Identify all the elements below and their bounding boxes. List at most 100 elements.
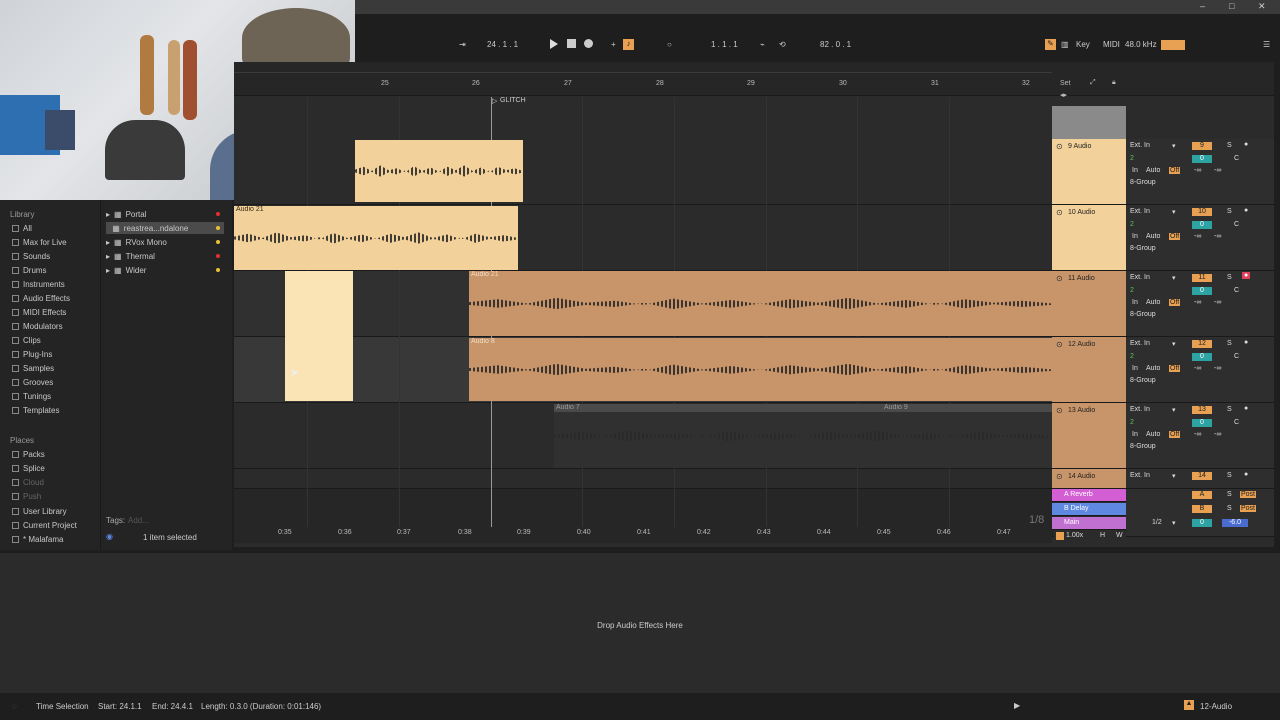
fold-icon[interactable]: ⊙ [1056, 208, 1063, 217]
browser-item-portal[interactable]: ▸ ▦ Portal [106, 208, 224, 220]
status-info-icon[interactable]: ◌ [12, 702, 17, 711]
send-value[interactable]: -∞ [1194, 167, 1201, 174]
maximize-button[interactable]: □ [1229, 1, 1234, 11]
library-item-plug-ins[interactable]: Plug-Ins [12, 350, 52, 359]
solo-button[interactable]: S [1227, 208, 1232, 215]
post-button[interactable]: Post [1240, 491, 1257, 498]
fold-icon[interactable]: ⊙ [1056, 472, 1063, 481]
library-item-clips[interactable]: Clips [12, 336, 41, 345]
solo-button[interactable]: S [1227, 406, 1232, 413]
library-item-midi-effects[interactable]: MIDI Effects [12, 308, 66, 317]
record-button[interactable] [584, 39, 593, 48]
main-track[interactable]: Main [1052, 517, 1126, 530]
close-button[interactable]: ✕ [1258, 1, 1266, 12]
library-item-templates[interactable]: Templates [12, 406, 59, 415]
grid-setting[interactable]: 1/8 [1029, 514, 1044, 526]
input-type-select[interactable]: Ext. In [1130, 406, 1150, 413]
monitor-auto-button[interactable]: Auto [1146, 167, 1160, 174]
fold-icon[interactable]: ⊙ [1056, 406, 1063, 415]
prev-locator-icon[interactable]: ◂▸ [1060, 91, 1067, 99]
dropdown-icon[interactable]: ▾ [1172, 274, 1176, 282]
monitor-auto-button[interactable]: Auto [1146, 299, 1160, 306]
library-item-instruments[interactable]: Instruments [12, 280, 65, 289]
fold-icon[interactable]: ⊙ [1056, 340, 1063, 349]
send-value[interactable]: -∞ [1214, 233, 1221, 240]
pan-value[interactable]: C [1234, 419, 1239, 426]
track-header-10[interactable]: ⊙ 10 Audio [1052, 205, 1126, 271]
fold-icon[interactable]: ⊙ [1056, 274, 1063, 283]
loop-length-display[interactable]: 82 . 0 . 1 [820, 40, 851, 49]
library-item-tunings[interactable]: Tunings [12, 392, 51, 401]
monitor-auto-button[interactable]: Auto [1146, 233, 1160, 240]
time-ruler[interactable]: 0:35 0:36 0:37 0:38 0:39 0:40 0:41 0:42 … [234, 527, 1052, 543]
library-item-drums[interactable]: Drums [12, 266, 47, 275]
output-select[interactable]: 8-Group [1130, 245, 1156, 252]
track-number-button[interactable]: 9 [1192, 142, 1212, 150]
loop-start-display[interactable]: 1 . 1 . 1 [711, 40, 738, 49]
return-a-letter[interactable]: A [1192, 491, 1212, 499]
play-icon[interactable]: ▶ [1014, 701, 1020, 710]
input-type-select[interactable]: Ext. In [1130, 472, 1150, 479]
output-select[interactable]: 8-Group [1130, 443, 1156, 450]
monitor-auto-button[interactable]: Auto [1146, 365, 1160, 372]
input-channel-select[interactable]: 2 [1130, 419, 1134, 426]
overdub-icon[interactable]: + [611, 40, 616, 49]
browser-item-reastream[interactable]: ▦ reastrea...ndalone [106, 222, 224, 234]
input-channel-select[interactable]: 2 [1130, 353, 1134, 360]
dropdown-icon[interactable]: ▾ [1172, 208, 1176, 216]
places-item-malafama[interactable]: * Malafama [12, 535, 63, 544]
set-locator-button[interactable]: Set [1060, 80, 1071, 87]
output-select[interactable]: 8-Group [1130, 311, 1156, 318]
library-item-samples[interactable]: Samples [12, 364, 54, 373]
w-button[interactable]: W [1116, 532, 1123, 539]
volume-value[interactable]: 0 [1192, 419, 1212, 427]
h-button[interactable]: H [1100, 532, 1105, 539]
places-item-packs[interactable]: Packs [12, 450, 45, 459]
dropdown-icon[interactable]: ▾ [1172, 519, 1176, 527]
volume-value[interactable]: 0 [1192, 287, 1212, 295]
main-level[interactable]: -6.0 [1222, 519, 1248, 527]
arm-button[interactable]: ● [1244, 471, 1248, 478]
track-number-button[interactable]: 11 [1192, 274, 1212, 282]
monitor-auto-button[interactable]: Auto [1146, 431, 1160, 438]
monitor-off-button[interactable]: Off [1169, 431, 1181, 438]
arm-button[interactable]: ● [1244, 141, 1248, 148]
cue-ratio[interactable]: 1/2 [1152, 519, 1162, 526]
track-header-12[interactable]: ⊙ 12 Audio [1052, 337, 1126, 403]
zoom-icon[interactable] [1056, 532, 1064, 540]
browser-item-thermal[interactable]: ▸ ▦ Thermal [106, 250, 224, 262]
library-item-sounds[interactable]: Sounds [12, 252, 50, 261]
arm-button[interactable]: ● [1244, 339, 1248, 346]
follow-icon[interactable]: ⇥ [459, 40, 466, 49]
punch-in-icon[interactable]: ⌁ [760, 40, 765, 49]
track-number-button[interactable]: 14 [1192, 472, 1212, 480]
send-value[interactable]: -∞ [1194, 299, 1201, 306]
input-type-select[interactable]: Ext. In [1130, 208, 1150, 215]
volume-value[interactable]: 0 [1192, 221, 1212, 229]
locator-flag-icon[interactable]: ▷ [492, 97, 497, 105]
input-type-select[interactable]: Ext. In [1130, 142, 1150, 149]
monitor-off-button[interactable]: Off [1169, 233, 1181, 240]
fold-icon[interactable]: ⤢ [1090, 79, 1096, 87]
return-b-letter[interactable]: B [1192, 505, 1212, 513]
volume-value[interactable]: 0 [1192, 353, 1212, 361]
output-select[interactable]: 8-Group [1130, 377, 1156, 384]
key-map-button[interactable]: Key [1076, 40, 1090, 49]
volume-value[interactable]: 0 [1192, 155, 1212, 163]
solo-button[interactable]: S [1227, 505, 1232, 512]
fold-icon[interactable]: ⊙ [1056, 142, 1063, 151]
automation-arm-icon[interactable]: ♪ [623, 39, 634, 50]
places-item-cloud[interactable]: Cloud [12, 478, 44, 487]
track-number-button[interactable]: 12 [1192, 340, 1212, 348]
monitor-in-button[interactable]: In [1132, 365, 1138, 372]
pan-value[interactable]: C [1234, 155, 1239, 162]
input-channel-select[interactable]: 2 [1130, 155, 1134, 162]
track-lane-14[interactable] [234, 469, 1054, 489]
monitor-in-button[interactable]: In [1132, 167, 1138, 174]
pan-value[interactable]: C [1234, 353, 1239, 360]
audio-clip-8[interactable]: Audio 8 [469, 338, 1052, 401]
tags-input[interactable]: Add... [128, 516, 149, 525]
device-view[interactable]: Drop Audio Effects Here [0, 553, 1280, 693]
zoom-level[interactable]: 1.00x [1066, 532, 1083, 539]
input-channel-select[interactable]: 2 [1130, 287, 1134, 294]
